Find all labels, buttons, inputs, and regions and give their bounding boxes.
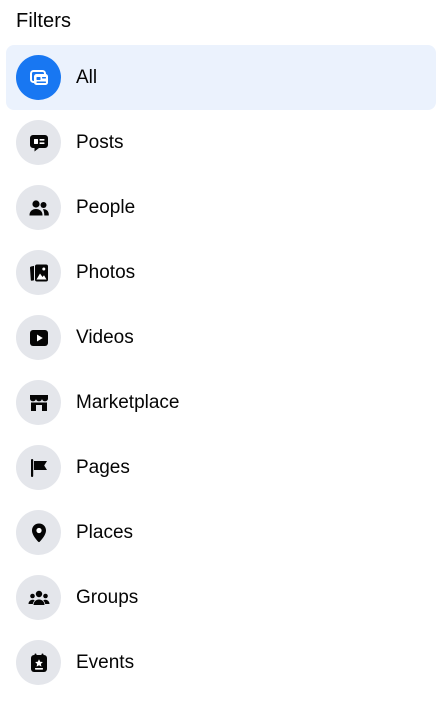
filter-label-photos: Photos <box>76 261 136 283</box>
filters-list: All Posts People Photos Videos Marketpla… <box>6 45 436 695</box>
people-icon <box>16 185 61 230</box>
filter-item-posts[interactable]: Posts <box>6 110 436 175</box>
filter-item-marketplace[interactable]: Marketplace <box>6 370 436 435</box>
filter-item-events[interactable]: Events <box>6 630 436 695</box>
filter-label-posts: Posts <box>76 131 124 153</box>
filter-item-places[interactable]: Places <box>6 500 436 565</box>
filter-label-all: All <box>76 66 98 88</box>
filter-label-videos: Videos <box>76 326 134 348</box>
filter-label-places: Places <box>76 521 134 543</box>
filter-item-people[interactable]: People <box>6 175 436 240</box>
filter-item-groups[interactable]: Groups <box>6 565 436 630</box>
filter-label-marketplace: Marketplace <box>76 391 180 413</box>
filters-panel: Filters All Posts People Photos Videos M… <box>0 0 442 716</box>
filter-item-all[interactable]: All <box>6 45 436 110</box>
filter-label-groups: Groups <box>76 586 139 608</box>
groups-icon <box>16 575 61 620</box>
places-pin-icon <box>16 510 61 555</box>
filter-item-videos[interactable]: Videos <box>6 305 436 370</box>
filter-item-photos[interactable]: Photos <box>6 240 436 305</box>
marketplace-icon <box>16 380 61 425</box>
filter-label-pages: Pages <box>76 456 130 478</box>
photos-icon <box>16 250 61 295</box>
videos-icon <box>16 315 61 360</box>
filter-item-pages[interactable]: Pages <box>6 435 436 500</box>
filter-label-events: Events <box>76 651 135 673</box>
pages-flag-icon <box>16 445 61 490</box>
events-icon <box>16 640 61 685</box>
all-results-icon <box>16 55 61 100</box>
filter-label-people: People <box>76 196 136 218</box>
posts-icon <box>16 120 61 165</box>
filters-title: Filters <box>16 10 72 32</box>
